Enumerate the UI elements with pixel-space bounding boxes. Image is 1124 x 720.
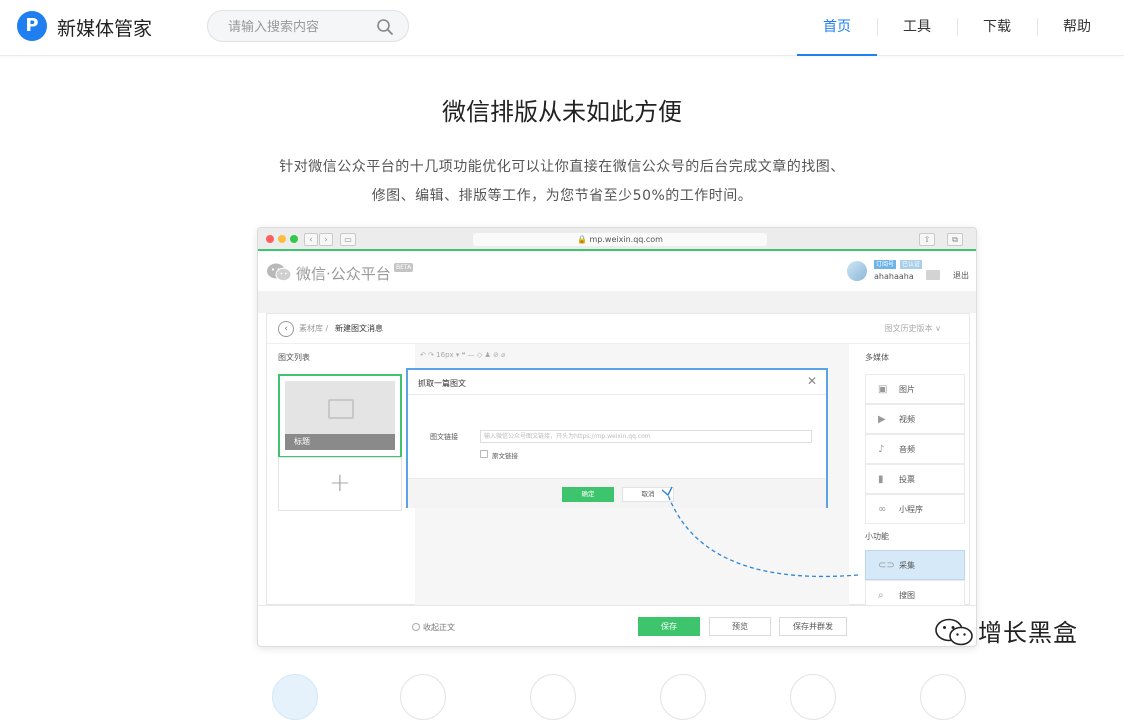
save-button: 保存 [638, 617, 700, 636]
back-icon: ‹ [278, 321, 294, 337]
nav-item-tools[interactable]: 工具 [877, 0, 957, 56]
collapse-body-toggle: 收起正文 [412, 622, 455, 633]
wechat-watermark-icon [935, 618, 973, 646]
tool-item-label: 搜图 [899, 591, 915, 600]
editor-bottom-bar: 收起正文 保存 预览 保存并群发 [258, 605, 976, 646]
multimedia-title: 多媒体 [865, 353, 889, 362]
watermark: 增长黑盒 [920, 611, 1100, 651]
media-item-label: 图片 [899, 385, 915, 394]
article-caption: 标题 [285, 434, 395, 450]
breadcrumb: ‹ 素材库 / 新建图文消息 图文历史版本 ∨ [267, 314, 969, 344]
url-text: mp.weixin.qq.com [589, 235, 663, 244]
media-sidebar: 多媒体 ▣ 图片 ▶ 视频 ♪ 音频 ▮ 投票 ∞ 小程序 小功能 ⊂⊃ 采集 ⌕ 搜图 [849, 344, 969, 610]
media-item-label: 视频 [899, 415, 915, 424]
feature-icon-circle[interactable] [790, 674, 836, 720]
media-item-label: 小程序 [899, 505, 923, 514]
tabs-icon: ⧉ [947, 233, 963, 246]
video-icon: ▶ [878, 414, 886, 425]
media-item-image: ▣ 图片 [865, 374, 965, 404]
close-dot-icon [266, 235, 274, 243]
fetch-article-modal: 抓取一篇图文 ✕ 图文链接 输入微信公众号图文链接，开头为https://mp.… [406, 368, 828, 508]
feature-icon-circle[interactable] [400, 674, 446, 720]
editor-toolbar: ↶ ↷ 16px ▾ ❝ — ◇ ♟ ⊘ ⌀ [420, 351, 506, 359]
wechat-logo-icon [267, 263, 292, 282]
watermark-text: 增长黑盒 [978, 619, 1078, 647]
maximize-dot-icon [290, 235, 298, 243]
tools-title: 小功能 [865, 532, 889, 541]
account-type-badge: 订阅号 [874, 260, 897, 269]
image-placeholder-icon [328, 399, 354, 419]
brand-logo-icon[interactable]: P [17, 11, 47, 41]
mini-program-icon: ∞ [878, 504, 887, 515]
plus-icon: + [329, 468, 351, 498]
close-icon: ✕ [806, 374, 817, 388]
logout-link: 退出 [953, 271, 969, 280]
original-link-checkbox [480, 450, 488, 458]
minimize-dot-icon [278, 235, 286, 243]
search-icon: ⌕ [878, 590, 884, 601]
collapse-icon [412, 623, 420, 631]
article-card: 标题 [278, 374, 402, 458]
original-link-label: 原文链接 [492, 452, 518, 460]
feature-icon-circle[interactable] [660, 674, 706, 720]
tool-item-collect: ⊂⊃ 采集 [865, 550, 965, 580]
wechat-header: 微信·公众平台 BETA 订阅号 已认证 ahahaaha 退出 [258, 253, 976, 291]
search-input[interactable] [228, 18, 368, 36]
save-and-publish-button: 保存并群发 [779, 617, 847, 636]
mail-icon [926, 270, 940, 280]
link-icon: ⊂⊃ [878, 560, 895, 571]
breadcrumb-root: 素材库 / [299, 324, 329, 333]
link-field-label: 图文链接 [430, 433, 458, 441]
nav-item-help[interactable]: 帮助 [1037, 0, 1117, 56]
verified-badge: 已认证 [900, 260, 923, 269]
share-icon: ⇧ [919, 233, 935, 246]
top-header: P 新媒体管家 首页 工具 下载 帮助 [0, 0, 1124, 56]
app-title[interactable]: 新媒体管家 [57, 14, 152, 41]
search-icon[interactable] [376, 18, 394, 36]
breadcrumb-current: 新建图文消息 [335, 324, 383, 333]
feature-icon-circle[interactable] [920, 674, 966, 720]
media-item-mini-program: ∞ 小程序 [865, 494, 965, 524]
sidebar-toggle-icon: ▭ [340, 233, 356, 246]
modal-title: 抓取一篇图文 [418, 379, 466, 388]
header-band [258, 291, 976, 313]
collapse-label: 收起正文 [423, 623, 455, 632]
search-box [207, 10, 409, 42]
link-field: 输入微信公众号图文链接，开头为https://mp.weixin.qq.com [480, 430, 812, 443]
media-item-label: 音频 [899, 445, 915, 454]
hero-description-line-1: 针对微信公众平台的十几项功能优化可以让你直接在微信公众号的后台完成文章的找图、 [279, 159, 845, 175]
account-name: ahahaaha [874, 272, 914, 281]
preview-button: 预览 [709, 617, 771, 636]
beta-badge: BETA [394, 263, 414, 272]
history-version-link: 图文历史版本 ∨ [884, 324, 941, 333]
hero-headline: 微信排版从未如此方便 [442, 98, 682, 126]
browser-chrome: ‹ › ▭ 🔒 mp.weixin.qq.com ⇧ ⧉ [258, 228, 976, 251]
media-item-vote: ▮ 投票 [865, 464, 965, 494]
media-item-video: ▶ 视频 [865, 404, 965, 434]
microphone-icon: ♪ [878, 444, 885, 455]
feature-icon-circle[interactable] [530, 674, 576, 720]
avatar [847, 261, 867, 281]
nav-item-home[interactable]: 首页 [797, 0, 877, 56]
modal-header: 抓取一篇图文 ✕ [408, 370, 826, 395]
back-arrow-icon: ‹ [304, 233, 318, 246]
confirm-button: 确定 [562, 487, 614, 502]
image-icon: ▣ [878, 384, 888, 395]
article-list-title: 图文列表 [278, 353, 310, 362]
media-item-audio: ♪ 音频 [865, 434, 965, 464]
nav-item-download[interactable]: 下载 [957, 0, 1037, 56]
forward-arrow-icon: › [319, 233, 333, 246]
modal-footer: 确定 取消 [408, 478, 826, 508]
hero-description-line-2: 修图、编辑、排版等工作，为您节省至少50%的工作时间。 [371, 188, 753, 204]
address-bar: 🔒 mp.weixin.qq.com [473, 233, 767, 246]
tool-item-label: 采集 [899, 561, 915, 570]
add-article-card: + [278, 457, 402, 511]
platform-name: 微信·公众平台 [296, 265, 391, 283]
media-item-label: 投票 [899, 475, 915, 484]
feature-icon-circle[interactable] [272, 674, 318, 720]
article-list-column: 图文列表 标题 + [267, 344, 415, 606]
bar-chart-icon: ▮ [878, 474, 884, 485]
article-cover [285, 381, 395, 437]
cancel-button: 取消 [622, 487, 674, 502]
